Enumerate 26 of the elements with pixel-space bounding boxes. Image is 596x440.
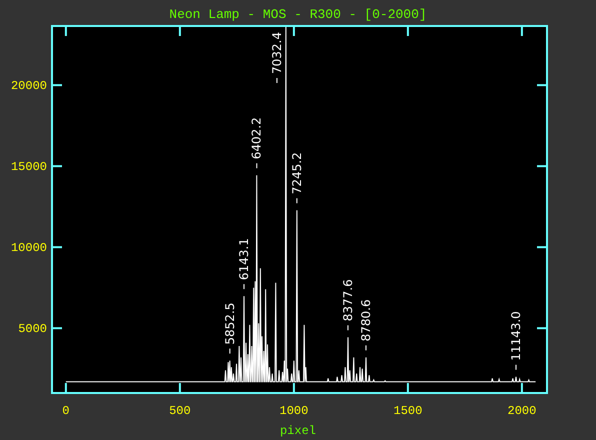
line-label: 7032.4 <box>270 32 284 74</box>
leader-line <box>229 348 230 354</box>
y-tick-label: 5000 <box>18 322 47 336</box>
x-tick-label: 2000 <box>508 404 536 418</box>
leader-line <box>296 198 298 204</box>
y-tick-label: 20000 <box>10 79 47 94</box>
line-label: 11143.0 <box>509 311 523 361</box>
y-tick-label: 10000 <box>10 241 47 256</box>
line-label: 7245.2 <box>290 152 304 194</box>
y-tick-label: 15000 <box>10 160 47 174</box>
line-label: 5852.5 <box>222 302 237 345</box>
x-tick-label: 1000 <box>280 404 308 418</box>
x-tick-label: 1500 <box>394 404 422 418</box>
leader-line <box>347 324 348 331</box>
x-axis-label: pixel <box>280 424 316 438</box>
line-label: 8780.6 <box>358 299 373 342</box>
leader-line <box>243 284 244 290</box>
x-tick-label: 500 <box>169 404 191 418</box>
chart-title: Neon Lamp - MOS - R300 - [0-2000] <box>169 7 427 22</box>
leader-line <box>276 78 278 84</box>
leader-line <box>256 162 258 169</box>
leader-line <box>365 344 366 351</box>
line-label: 6143.1 <box>236 238 251 280</box>
line-label: 8377.6 <box>340 279 355 322</box>
line-label: 6402.2 <box>250 117 264 160</box>
x-tick-label: 0 <box>62 404 70 418</box>
